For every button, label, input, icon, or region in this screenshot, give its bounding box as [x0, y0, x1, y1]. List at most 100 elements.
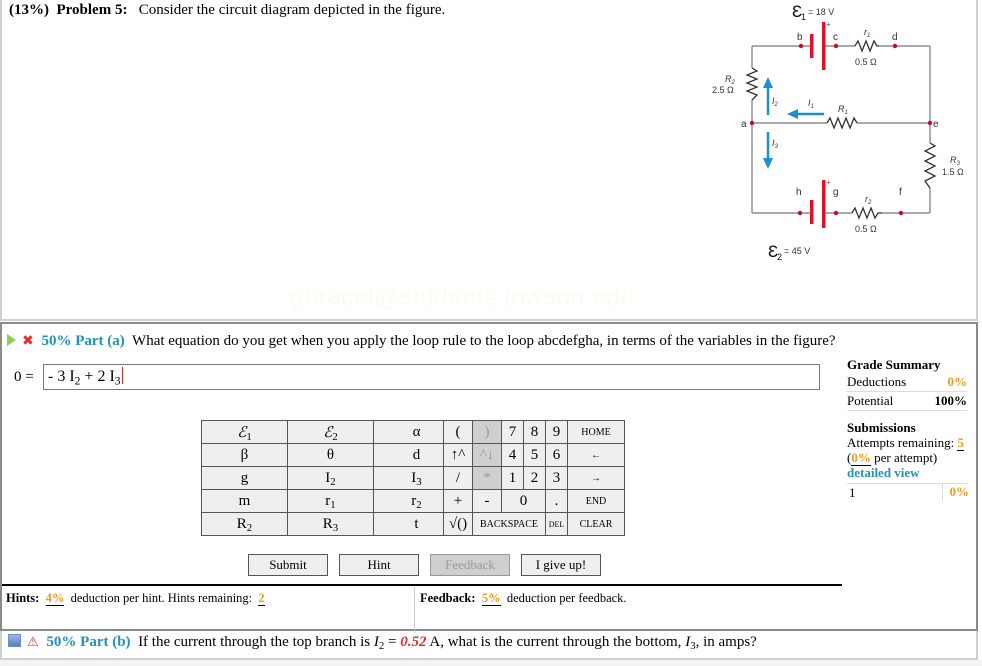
key-open-paren[interactable]: (	[443, 420, 473, 444]
circuit-diagram: + + bcd ae hgf Ɛ 1 = 18 V Ɛ 2 = 45 V r1 …	[712, 2, 964, 260]
problem-weight: (13%)	[9, 2, 49, 18]
key-down-power[interactable]: ^↓	[472, 443, 502, 467]
warning-icon: ⚠	[27, 635, 39, 650]
svg-text:= 45 V: = 45 V	[784, 246, 810, 256]
part-a-weight: 50%	[41, 333, 72, 349]
svg-text:0.5 Ω: 0.5 Ω	[855, 57, 877, 67]
collapse-square-icon[interactable]	[8, 634, 21, 647]
battery-emf2-positive	[822, 180, 826, 228]
svg-text:1.5 Ω: 1.5 Ω	[942, 167, 964, 177]
submit-button[interactable]: Submit	[248, 554, 328, 576]
key-beta[interactable]: β	[201, 443, 288, 467]
number-keypad: ( ) 7 8 9 HOME ↑^ ^↓ 4 5 6 ← / * 1 2 3 →…	[443, 420, 625, 536]
resistor-R2	[745, 67, 759, 101]
deductions-row: Deductions 0%	[847, 373, 967, 392]
variable-keypad: ℰ1 ℰ2 α β θ d g I2 I3 m r1 r2 R2 R3 t	[201, 420, 460, 536]
key-divide[interactable]: /	[443, 466, 473, 490]
svg-text:I2: I2	[772, 96, 779, 108]
key-8[interactable]: 8	[523, 420, 546, 444]
key-I2[interactable]: I2	[287, 466, 374, 490]
svg-text:R3: R3	[950, 155, 961, 167]
key-left-arrow[interactable]: ←	[567, 443, 625, 467]
svg-text:e: e	[933, 119, 939, 130]
key-emf1[interactable]: ℰ1	[201, 420, 288, 444]
key-backspace[interactable]: BACKSPACE	[472, 512, 546, 536]
key-R3[interactable]: R3	[287, 512, 374, 536]
key-decimal[interactable]: .	[545, 489, 568, 513]
resistor-r2	[851, 206, 882, 220]
circuit-nodes	[749, 43, 933, 216]
key-right-arrow[interactable]: →	[567, 466, 625, 490]
key-close-paren[interactable]: )	[472, 420, 502, 444]
divider	[414, 586, 415, 633]
incorrect-x-icon: ✖	[22, 333, 34, 349]
key-r1[interactable]: r1	[287, 489, 374, 513]
key-m[interactable]: m	[201, 489, 288, 513]
grade-summary: Grade Summary Deductions 0% Potential 10…	[847, 357, 967, 411]
hints-remaining: 2	[258, 591, 265, 606]
key-home[interactable]: HOME	[567, 420, 625, 444]
svg-text:I1: I1	[808, 98, 814, 110]
part-a-question: What equation do you get when you apply …	[132, 333, 836, 349]
svg-text:+: +	[826, 20, 831, 29]
part-a-panel: ✖ 50% Part (a) What equation do you get …	[0, 322, 978, 633]
svg-text:2: 2	[777, 252, 782, 260]
key-3[interactable]: 3	[545, 466, 568, 490]
key-9[interactable]: 9	[545, 420, 568, 444]
key-multiply[interactable]: *	[472, 466, 502, 490]
battery-emf2-negative	[810, 200, 814, 224]
feedback-button[interactable]: Feedback	[430, 554, 510, 576]
key-emf2[interactable]: ℰ2	[287, 420, 374, 444]
svg-text:+: +	[826, 178, 831, 187]
answer-input[interactable]: - 3 I2 + 2 I3	[43, 364, 820, 390]
key-del[interactable]: DEL	[545, 512, 568, 536]
key-5[interactable]: 5	[523, 443, 546, 467]
key-2[interactable]: 2	[523, 466, 546, 490]
attempts-remaining: 5	[957, 435, 964, 451]
key-minus[interactable]: -	[472, 489, 502, 513]
hints-feedback-bar: Hints: 4% deduction per hint. Hints rema…	[2, 584, 842, 633]
key-6[interactable]: 6	[545, 443, 568, 467]
svg-text:= 18 V: = 18 V	[808, 7, 834, 17]
key-sqrt[interactable]: √()	[443, 512, 473, 536]
key-up-power[interactable]: ↑^	[443, 443, 473, 467]
part-a-header: ✖ 50% Part (a) What equation do you get …	[7, 333, 836, 350]
key-end[interactable]: END	[567, 489, 625, 513]
svg-text:0.5 Ω: 0.5 Ω	[855, 224, 877, 234]
svg-text:r2: r2	[865, 194, 872, 206]
svg-text:1: 1	[801, 12, 806, 22]
part-b-panel: ⚠ 50% Part (b) If the current through th…	[0, 631, 978, 660]
key-g[interactable]: g	[201, 466, 288, 490]
attempt-row: 1 0%	[847, 483, 969, 501]
detailed-view-link[interactable]: detailed view	[847, 465, 969, 480]
resistor-R3	[923, 142, 937, 189]
svg-text:d: d	[892, 32, 898, 43]
feedback-info: Feedback: 5% deduction per feedback.	[420, 591, 627, 606]
battery-emf1-negative	[810, 34, 814, 58]
svg-text:a: a	[741, 119, 747, 130]
hints-info: Hints: 4% deduction per hint. Hints rema…	[6, 591, 265, 606]
svg-text:f: f	[899, 187, 902, 198]
part-a-label: Part (a)	[75, 333, 125, 349]
key-1[interactable]: 1	[501, 466, 524, 490]
problem-panel: (13%) Problem 5: Consider the circuit di…	[0, 0, 978, 321]
key-R2[interactable]: R2	[201, 512, 288, 536]
problem-header: (13%) Problem 5: Consider the circuit di…	[9, 2, 445, 19]
key-plus[interactable]: +	[443, 489, 473, 513]
svg-text:2.5 Ω: 2.5 Ω	[712, 85, 734, 95]
give-up-button[interactable]: I give up!	[521, 554, 601, 576]
resistor-r1	[854, 39, 879, 53]
svg-text:R1: R1	[838, 104, 848, 116]
footer-background	[0, 660, 982, 666]
hint-button[interactable]: Hint	[339, 554, 419, 576]
battery-emf1-positive	[822, 22, 826, 70]
watermark: gbracel@students.towson.edu	[290, 283, 635, 311]
key-theta[interactable]: θ	[287, 443, 374, 467]
resistor-R1	[826, 116, 858, 130]
problem-prompt: Consider the circuit diagram depicted in…	[138, 2, 446, 18]
key-0[interactable]: 0	[501, 489, 546, 513]
key-clear[interactable]: CLEAR	[567, 512, 625, 536]
expand-triangle-icon[interactable]	[7, 334, 16, 346]
key-7[interactable]: 7	[501, 420, 524, 444]
key-4[interactable]: 4	[501, 443, 524, 467]
